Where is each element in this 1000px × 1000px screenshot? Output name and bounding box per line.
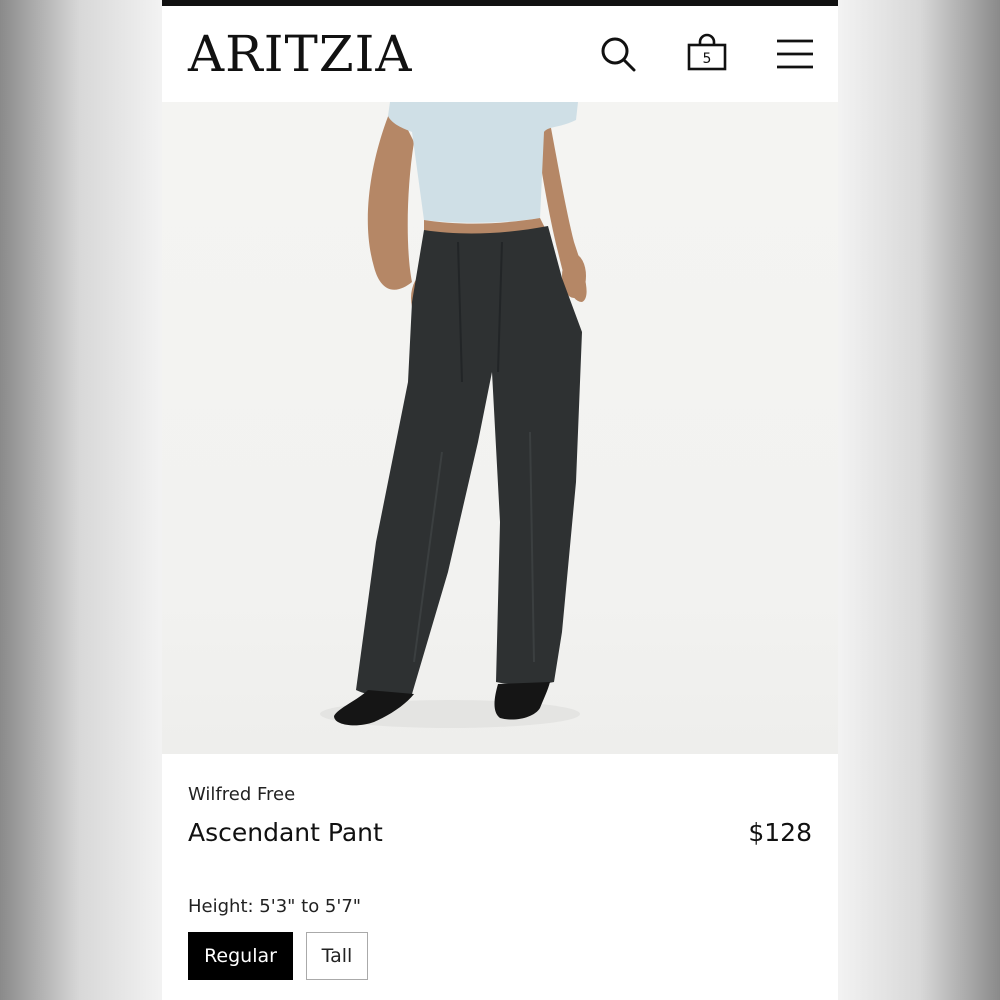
height-range-label: Height: 5'3" to 5'7"	[188, 896, 362, 917]
product-page: ARITZIA 5 Wilfred Free Ascendant Pant $1…	[162, 0, 838, 1000]
cart-count-badge: 5	[702, 51, 712, 67]
hamburger-menu-icon[interactable]	[773, 32, 817, 76]
product-price: $128	[748, 818, 812, 847]
site-header: ARITZIA 5	[162, 6, 838, 102]
product-brand[interactable]: Wilfred Free	[188, 784, 295, 805]
brand-logo[interactable]: ARITZIA	[188, 24, 412, 84]
product-name: Ascendant Pant	[188, 818, 383, 847]
product-image[interactable]	[162, 102, 838, 754]
shopping-bag-icon[interactable]: 5	[685, 32, 729, 76]
fit-tall-button[interactable]: Tall	[306, 932, 368, 980]
search-icon[interactable]	[596, 32, 640, 76]
fit-regular-button[interactable]: Regular	[188, 932, 293, 980]
